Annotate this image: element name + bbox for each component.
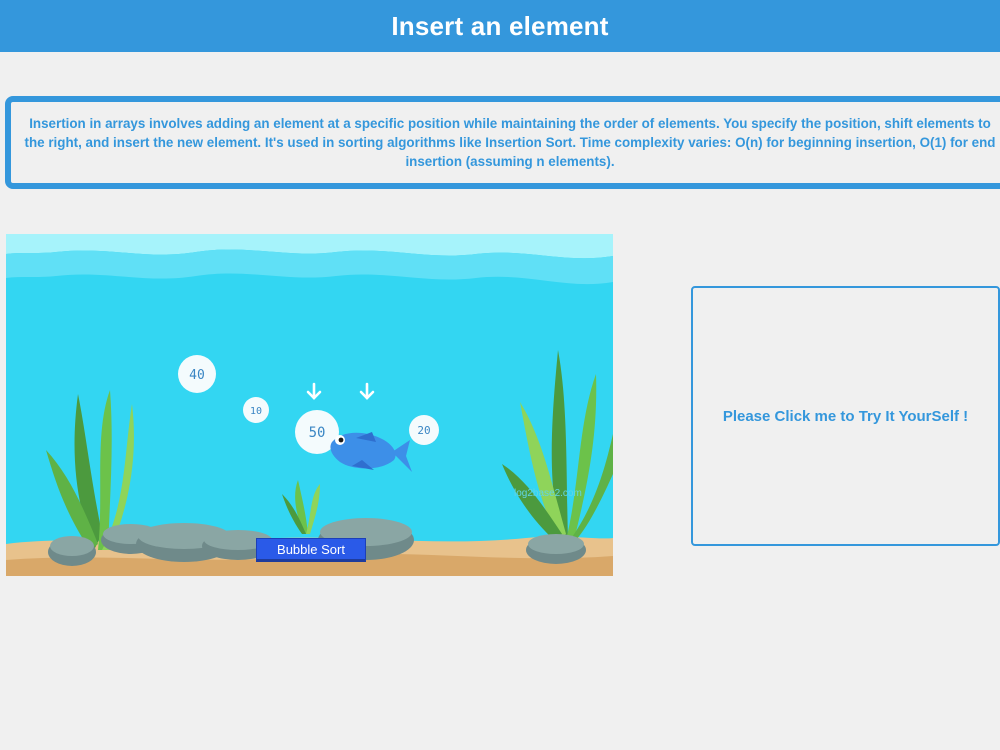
svg-text:50: 50 xyxy=(309,425,326,441)
animation-scene: 40 10 50 20 log2base2.com xyxy=(6,234,613,576)
bubble: 10 xyxy=(243,397,269,423)
description-box: Insertion in arrays involves adding an e… xyxy=(5,96,1000,189)
page-header: Insert an element xyxy=(0,0,1000,52)
svg-text:20: 20 xyxy=(417,424,430,437)
bubble-sort-button[interactable]: Bubble Sort xyxy=(256,538,366,562)
try-it-yourself-label: Please Click me to Try It YourSelf ! xyxy=(722,407,969,425)
svg-text:10: 10 xyxy=(250,406,262,417)
watermark: log2base2.com xyxy=(514,488,582,499)
bubble: 20 xyxy=(409,415,439,445)
description-text: Insertion in arrays involves adding an e… xyxy=(24,116,996,169)
bubble: 40 xyxy=(178,355,216,393)
page-title: Insert an element xyxy=(391,10,609,41)
try-it-yourself-panel[interactable]: Please Click me to Try It YourSelf ! xyxy=(691,286,1000,546)
svg-text:40: 40 xyxy=(189,368,205,383)
